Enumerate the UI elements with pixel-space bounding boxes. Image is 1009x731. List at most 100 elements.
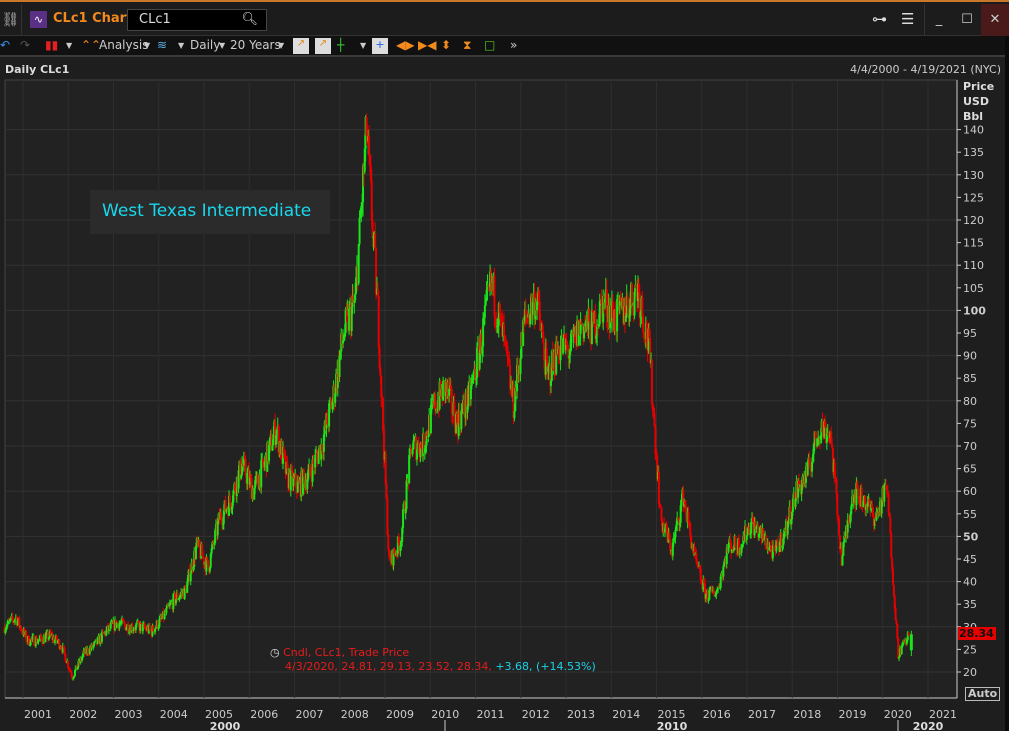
candle-body bbox=[896, 623, 899, 639]
candle-body bbox=[368, 136, 371, 156]
compress-horizontal-icon[interactable]: ▶◀ bbox=[418, 38, 436, 52]
redo-icon[interactable]: ↷ bbox=[20, 38, 30, 52]
y-tick-label: 105 bbox=[963, 282, 984, 295]
x-tick-label: 2008 bbox=[341, 708, 369, 721]
candle-body bbox=[835, 479, 838, 494]
x-tick-label: 2003 bbox=[115, 708, 143, 721]
candle-body bbox=[314, 454, 317, 468]
candle-body bbox=[669, 539, 672, 551]
candle-body bbox=[838, 518, 841, 536]
x-tick-label: 2001 bbox=[24, 708, 52, 721]
candle-body bbox=[165, 607, 168, 614]
add-panel-icon[interactable]: + bbox=[372, 38, 388, 54]
candle-body bbox=[506, 345, 509, 357]
candle-body bbox=[503, 323, 506, 336]
zoom-box-icon[interactable]: □ bbox=[484, 38, 495, 52]
y-tick-label: 80 bbox=[963, 395, 977, 408]
x-tick-label: 2017 bbox=[748, 708, 776, 721]
close-button[interactable]: ✕ bbox=[981, 4, 1009, 36]
plot-area bbox=[4, 79, 958, 699]
expand-horizontal-icon[interactable]: ◀▶ bbox=[396, 38, 414, 52]
x-tick-label: 2013 bbox=[567, 708, 595, 721]
candle-body bbox=[499, 312, 502, 316]
search-icon[interactable]: 🔍︎ bbox=[241, 10, 258, 30]
candle-body bbox=[723, 561, 726, 567]
price-chart[interactable]: 2025303540455055606570758085909510010511… bbox=[0, 78, 1009, 731]
undo-icon[interactable]: ↶ bbox=[0, 38, 10, 52]
y-tick-label: 60 bbox=[963, 485, 977, 498]
clock-icon: ◷ bbox=[270, 646, 280, 659]
candle-body bbox=[883, 484, 886, 502]
y-tick-label: 35 bbox=[963, 598, 977, 611]
candle-body bbox=[519, 358, 522, 374]
more-icon[interactable]: » bbox=[510, 38, 517, 52]
menu-icon[interactable]: ☰ bbox=[901, 10, 914, 28]
candle-body bbox=[641, 297, 644, 317]
candle-body bbox=[650, 359, 653, 405]
candle-body bbox=[642, 316, 645, 333]
candle-body bbox=[271, 445, 274, 451]
compress-vertical-icon[interactable]: ⧗ bbox=[463, 38, 471, 53]
candle-body bbox=[467, 385, 470, 407]
last-price-marker: 28.34 bbox=[958, 627, 996, 640]
chevron-down-icon[interactable]: ▼ bbox=[144, 41, 150, 50]
chevron-down-icon[interactable]: ▼ bbox=[66, 41, 72, 50]
y-tick-label: 90 bbox=[963, 350, 977, 363]
y-tick-label: 85 bbox=[963, 372, 977, 385]
chart-title: Daily CLc1 bbox=[5, 63, 70, 76]
candle-body bbox=[831, 443, 834, 449]
crosshair-icon[interactable]: ┼ bbox=[337, 38, 344, 52]
candle-body bbox=[411, 449, 414, 454]
maximize-button[interactable]: ☐ bbox=[953, 4, 981, 36]
candle-body bbox=[246, 472, 249, 484]
search-input[interactable]: CLc1 🔍︎ bbox=[127, 9, 267, 31]
chevron-down-icon[interactable]: ▼ bbox=[360, 41, 366, 50]
candle-body bbox=[897, 638, 900, 659]
candle-body bbox=[206, 557, 209, 561]
chart-annotation[interactable]: West Texas Intermediate bbox=[90, 190, 330, 234]
candle-body bbox=[357, 244, 360, 284]
interval-select[interactable]: Daily bbox=[190, 38, 220, 52]
candle-body bbox=[476, 347, 479, 379]
candle-body bbox=[158, 618, 161, 627]
chevron-down-icon[interactable]: ▼ bbox=[219, 41, 225, 50]
candle-body bbox=[806, 461, 809, 476]
y-tick-label: 95 bbox=[963, 327, 977, 340]
x-tick-label: 2020 bbox=[884, 708, 912, 721]
y-tick-label: 110 bbox=[963, 259, 984, 272]
candle-body bbox=[228, 495, 231, 503]
candlestick-icon[interactable]: ▮▮ bbox=[45, 38, 58, 52]
candle-body bbox=[600, 299, 603, 304]
link-icon[interactable]: ⛓ bbox=[0, 4, 22, 36]
candle-body bbox=[25, 631, 28, 642]
y-tick-label: 120 bbox=[963, 214, 984, 227]
candle-body bbox=[386, 498, 389, 535]
y-tick-label: 20 bbox=[963, 666, 977, 679]
candle-body bbox=[256, 474, 259, 484]
y-tick-label: 115 bbox=[963, 237, 984, 250]
share-tree-icon[interactable]: ⊶ bbox=[872, 10, 887, 28]
x-tick-label: 2019 bbox=[839, 708, 867, 721]
x-tick-label: 2012 bbox=[522, 708, 550, 721]
overlay-icon[interactable]: ≋ bbox=[157, 38, 167, 52]
decade-label: 2020 bbox=[913, 720, 944, 731]
candle-body bbox=[417, 442, 420, 454]
axis-unit-label: Price bbox=[963, 80, 994, 93]
chevron-down-icon[interactable]: ▼ bbox=[278, 41, 284, 50]
legend-change: +3.68, (+14.53%) bbox=[495, 660, 596, 673]
expand-vertical-icon[interactable]: ⬍ bbox=[441, 38, 451, 52]
auto-scale-button[interactable]: Auto bbox=[965, 687, 1001, 701]
candle-body bbox=[909, 634, 913, 651]
chevron-down-icon[interactable]: ▼ bbox=[178, 41, 184, 50]
candle-body bbox=[152, 625, 155, 632]
y-tick-label: 40 bbox=[963, 576, 977, 589]
period-select[interactable]: 20 Years bbox=[230, 38, 281, 52]
minimize-button[interactable]: _ bbox=[925, 4, 953, 36]
line-chart-icon[interactable]: ↗ bbox=[293, 38, 309, 54]
candle-body bbox=[109, 623, 112, 629]
analysis-menu[interactable]: Analysis bbox=[99, 38, 148, 52]
x-tick-label: 2014 bbox=[612, 708, 640, 721]
compare-chart-icon[interactable]: ↗ bbox=[315, 38, 331, 54]
candle-body bbox=[778, 542, 781, 552]
candle-body bbox=[887, 493, 890, 513]
